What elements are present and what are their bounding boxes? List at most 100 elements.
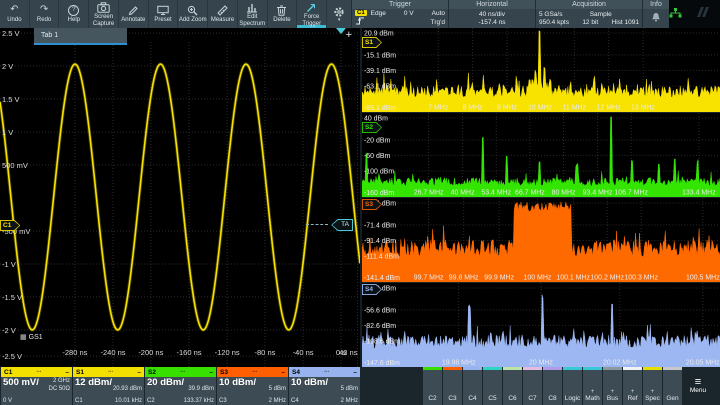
spectrum-badge-s4[interactable]: S4 ⋯ – 10 dBm/ 5 dBm C4 2 MHz [289, 367, 360, 405]
logic-button[interactable]: Logic [563, 367, 582, 405]
y-axis-tick-label: 500 mV [2, 161, 28, 170]
waveform-display[interactable]: 2.5 V2 V1.5 V1 V500 mV-500 mV-1 V-1.5 V-… [0, 28, 360, 367]
db-axis-tick-label: -20 dBm [364, 137, 390, 144]
network-status-icon [669, 5, 682, 23]
acquisition-title: Acquisition [536, 0, 642, 9]
spectrum-panel-s2[interactable]: 40 dBm-20 dBm-60 dBm-100 dBm-160 dBm26.7… [362, 113, 720, 198]
screen-capture-label: Screen Capture [93, 14, 114, 27]
spectrum-plot-s4: -17.6 dBm-56.6 dBm-82.6 dBm-108.6 dBm-14… [362, 283, 720, 367]
redo-label: Redo [37, 17, 51, 24]
trigger-mode: Auto [432, 10, 445, 17]
channel-button-c4[interactable]: C4 [463, 367, 482, 405]
freq-axis-tick-label: 100.2 MHz [590, 274, 624, 281]
force-trigger-button[interactable]: Force Trigger [297, 0, 327, 28]
trigger-position-marker[interactable] [336, 28, 346, 34]
spectrum-panel-s3[interactable]: -41.4 dBm-71.4 dBm-91.4 dBm-111.4 dBm-14… [362, 198, 720, 283]
badge-options-icon[interactable]: ⋯ [12, 369, 65, 375]
freq-axis-tick-label: 11 MHz [563, 104, 587, 111]
freq-axis-tick-label: 100.1 MHz [556, 274, 590, 281]
add-zoom-label: Add Zoom [179, 17, 207, 24]
spectrum-badge-s2[interactable]: S2 ⋯ – 20 dBm/ 39.9 dBm C2 133.37 kHz [145, 367, 216, 405]
channel-button-c3[interactable]: C3 [443, 367, 462, 405]
undo-button[interactable]: ↶ Undo [0, 0, 30, 28]
add-bus-button[interactable]: +Bus [603, 367, 622, 405]
trigger-level-line [306, 224, 328, 225]
badge-options-icon[interactable]: ⋯ [228, 369, 281, 375]
freq-axis-tick-label: 93.4 MHz [583, 189, 613, 196]
add-ref-button[interactable]: +Ref [623, 367, 642, 405]
annotate-button[interactable]: Annotate [119, 0, 149, 28]
status-bar: Trigger C1 Edge 0 V Auto [351, 0, 720, 28]
measure-button[interactable]: Measure [208, 0, 238, 28]
freq-axis-tick-label: 100 MHz [524, 274, 552, 281]
x-axis-tick-label: -280 ns [62, 348, 87, 357]
status-right-area [669, 0, 720, 28]
add-tab-button[interactable]: + [346, 29, 352, 42]
channel-button-c2[interactable]: C2 [423, 367, 442, 405]
ruler-icon [217, 4, 228, 16]
force-trigger-label: Force Trigger [302, 14, 321, 27]
freq-axis-tick-label: 26.7 MHz [414, 189, 444, 196]
delete-button[interactable]: Delete [268, 0, 298, 28]
spectrum-panel-s4[interactable]: -17.6 dBm-56.6 dBm-82.6 dBm-108.6 dBm-14… [362, 283, 720, 367]
horizontal-title: Horizontal [449, 0, 535, 9]
top-bar: ↶ Undo ↷ Redo ? Help Screen Capture [0, 0, 720, 28]
db-axis-tick-label: -160 dBm [364, 190, 394, 197]
edit-spectrum-button[interactable]: Edit Spectrum [238, 0, 268, 28]
spectrum-plot-s2: 40 dBm-20 dBm-60 dBm-100 dBm-160 dBm26.7… [362, 113, 720, 197]
redo-button[interactable]: ↷ Redo [30, 0, 60, 28]
acquisition-section[interactable]: Acquisition 5 GSa/s Sample 950.4 kpts 12… [535, 0, 642, 28]
preset-button[interactable]: Preset [149, 0, 179, 28]
badge-minimize-icon[interactable]: – [353, 369, 357, 376]
db-axis-tick-label: -147.6 dBm [364, 360, 400, 367]
spectrum-badge-s1[interactable]: S1 ⋯ – 12 dBm/ 20.93 dBm C1 10.01 kHz [73, 367, 144, 405]
badge-minimize-icon[interactable]: – [137, 369, 141, 376]
acquisition-rate: 5 GSa/s [539, 11, 562, 18]
add-spec-button[interactable]: +Spec [643, 367, 662, 405]
add-math-button[interactable]: +Math [583, 367, 602, 405]
channel-button-c5[interactable]: C5 [483, 367, 502, 405]
channel-button-c8[interactable]: C8 [543, 367, 562, 405]
gen-button[interactable]: Gen [663, 367, 682, 405]
freq-axis-tick-label: 99.8 MHz [449, 274, 479, 281]
menu-button[interactable]: ≡ Menu [683, 367, 713, 405]
spectrum-badge-s3[interactable]: S3 ⋯ – 10 dBm/ 5 dBm C3 2 MHz [217, 367, 288, 405]
help-button[interactable]: ? Help [59, 0, 89, 28]
db-axis-tick-label: -108.6 dBm [364, 338, 400, 345]
toolbar: ↶ Undo ↷ Redo ? Help Screen Capture [0, 0, 351, 28]
spectrum-plot-s3: -41.4 dBm-71.4 dBm-91.4 dBm-111.4 dBm-14… [362, 198, 720, 282]
db-axis-tick-label: -100 dBm [364, 168, 394, 175]
badge-minimize-icon[interactable]: – [209, 369, 213, 376]
channel-button-c6[interactable]: C6 [503, 367, 522, 405]
channel-badge-c1[interactable]: C1 ⋯ – 500 mV/ 2 GHz DC 50Ω 0 V [1, 367, 72, 405]
x-axis-tick-label: -160 ns [176, 348, 201, 357]
screen-capture-button[interactable]: Screen Capture [89, 0, 119, 28]
notification-bell-icon[interactable] [651, 12, 661, 25]
channel-button-c7[interactable]: C7 [523, 367, 542, 405]
tab-bar: Tab 1 + [0, 28, 360, 45]
db-axis-tick-label: -56.6 dBm [364, 307, 396, 314]
tab-1[interactable]: Tab 1 [34, 28, 127, 45]
freq-axis-tick-label: 80 MHz [552, 189, 576, 196]
badge-options-icon[interactable]: ⋯ [300, 369, 353, 375]
acquisition-bits: 12 bit [582, 19, 598, 26]
freq-axis-tick-label: 10 MHz [528, 104, 552, 111]
add-zoom-button[interactable]: Add Zoom [178, 0, 208, 28]
settings-gear-button[interactable]: ▾ [327, 0, 351, 28]
info-title: Info [643, 0, 669, 9]
badge-options-icon[interactable]: ⋯ [156, 369, 209, 375]
waveform-plot: 2.5 V2 V1.5 V1 V500 mV-500 mV-1 V-1.5 V-… [0, 28, 360, 367]
spectrum-panel-s1[interactable]: 20.9 dBm-15.1 dBm-39.1 dBm-63.1 dBm-99.1… [362, 28, 720, 113]
grid-set-label: ▦ GS1 [20, 333, 43, 341]
x-axis-tick-label: -240 ns [101, 348, 126, 357]
trigger-source-badge: C1 [355, 10, 367, 16]
badge-minimize-icon[interactable]: – [65, 369, 69, 376]
badge-minimize-icon[interactable]: – [281, 369, 285, 376]
freq-axis-tick-label: 100.3 MHz [624, 274, 658, 281]
y-axis-tick-label: 1 V [2, 128, 13, 137]
badge-options-icon[interactable]: ⋯ [84, 369, 137, 375]
y-axis-tick-label: -2 V [2, 326, 16, 335]
info-section[interactable]: Info [642, 0, 669, 28]
trigger-section[interactable]: Trigger C1 Edge 0 V Auto [351, 0, 448, 28]
horizontal-section[interactable]: Horizontal 40 ns/div -157.4 ns [448, 0, 535, 28]
